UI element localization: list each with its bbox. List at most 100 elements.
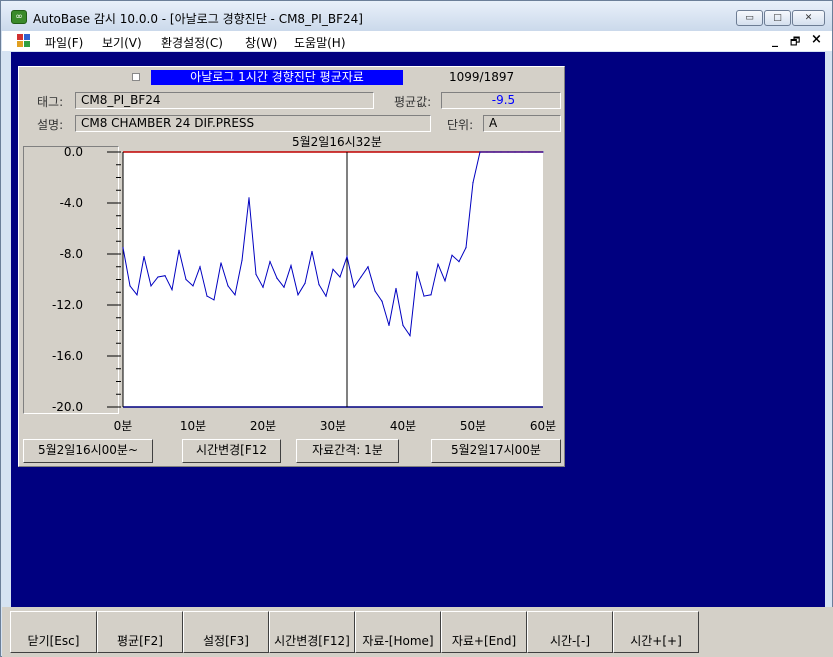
start-time-display[interactable]: 5월2일16시00분~ [23,439,153,463]
close-esc-button[interactable]: 닫기[Esc] [10,611,97,653]
data-point [325,295,327,297]
data-point [451,254,453,256]
x-tick-label: 30분 [320,419,346,433]
data-point [248,197,250,199]
data-point [171,289,173,291]
data-point [332,268,334,270]
title-bar[interactable]: ∞ AutoBase 감시 10.0.0 - [아날로그 경향진단 - CM8_… [1,1,832,31]
data-point [430,294,432,296]
mdi-minimize-icon[interactable]: _ [772,33,778,47]
data-point [220,262,222,264]
data-point [290,264,292,267]
function-key-bar: 닫기[Esc] 평균[F2] 설정[F3] 시간변경[F12] 자료-[Home… [2,607,833,657]
data-next-end-button[interactable]: 자료+[End] [441,611,527,653]
data-point [381,300,383,302]
data-point [500,151,502,153]
data-point [367,266,369,268]
autobase-icon: ∞ [11,10,27,24]
data-point [185,278,187,281]
data-point [493,151,495,153]
x-tick-label: 0분 [114,419,133,433]
data-point [122,247,124,249]
y-tick-label: -8.0 [60,247,83,261]
menu-file[interactable]: 파일(F) [45,34,83,51]
data-prev-home-button[interactable]: 자료-[Home] [355,611,441,653]
data-point [507,151,509,153]
data-point [416,271,418,273]
interval-display[interactable]: 자료간격: 1분 [296,439,399,463]
x-tick-label: 40분 [390,419,416,433]
time-plus-button[interactable]: 시간+[+] [613,611,699,653]
data-point [255,273,257,275]
change-time-f12-button[interactable]: 시간변경[F12] [269,611,355,653]
mdi-window-icon[interactable] [17,34,31,48]
data-point [297,294,299,296]
minimize-icon[interactable]: ▭ [736,10,763,26]
data-point [346,255,348,258]
menu-window[interactable]: 창(W) [245,34,277,51]
data-point [213,299,215,301]
data-point [206,295,208,297]
data-point [535,151,537,153]
data-point [143,255,145,258]
y-tick-label: -12.0 [52,298,83,312]
data-point [374,290,376,292]
end-time-display[interactable]: 5월2일17시00분 [431,439,561,463]
x-tick-label: 10분 [180,419,206,433]
data-point [528,151,530,153]
data-point [521,151,523,153]
data-point [458,261,460,263]
data-point [227,285,229,287]
data-point [269,261,271,263]
menu-bar: 파일(F) 보기(V) 환경설정(C) 창(W) 도움말(H) _ 🗗 × [2,31,832,51]
data-point [199,266,201,268]
data-point [395,287,397,290]
y-tick-label: -4.0 [60,196,83,210]
data-point [388,324,390,326]
data-point [178,249,180,251]
menu-help[interactable]: 도움말(H) [294,34,346,51]
data-point [437,263,439,265]
close-icon[interactable]: ✕ [792,10,825,26]
data-point [262,286,264,288]
x-tick-label: 50분 [460,419,486,433]
data-point [283,286,285,288]
data-point [360,276,362,278]
data-point [234,294,236,296]
time-minus-button[interactable]: 시간-[-] [527,611,613,653]
data-point [150,285,152,287]
data-point [311,250,313,253]
data-point [423,295,425,297]
data-point [136,294,138,296]
mdi-close-icon[interactable]: × [811,32,822,47]
data-point [318,284,320,286]
maximize-icon[interactable]: □ [764,10,791,26]
trend-chart[interactable]: 0.0 -4.0 -8.0 -12.0 -16.0 -20.0 0분 10분 20분 30분 40분… [19,67,566,468]
y-tick-label: -20.0 [52,400,83,414]
menu-view[interactable]: 보기(V) [102,34,142,51]
data-point [129,285,131,287]
settings-f3-button[interactable]: 설정[F3] [183,611,269,653]
average-f2-button[interactable]: 평균[F2] [97,611,183,653]
y-tick-label: 0.0 [64,145,83,159]
y-tick-label: -16.0 [52,349,83,363]
application-window: ∞ AutoBase 감시 10.0.0 - [아날로그 경향진단 - CM8_… [0,0,833,657]
data-point [444,280,446,282]
data-point [514,151,516,153]
data-point [157,276,159,278]
x-tick-label: 20분 [250,419,276,433]
data-point [339,276,341,278]
data-point [353,286,355,288]
data-point [276,277,278,279]
data-point [472,182,474,184]
data-point [479,151,481,153]
data-point [402,324,404,326]
trend-panel: 아날로그 1시간 경향진단 평균자료 1099/1897 태그: CM8_PI_… [18,66,565,467]
data-point [192,285,194,287]
data-point [409,335,411,337]
mdi-restore-icon[interactable]: 🗗 [790,33,800,52]
menu-settings[interactable]: 환경설정(C) [161,34,223,51]
change-time-button[interactable]: 시간변경[F12 [182,439,281,463]
data-point [486,151,488,153]
data-point [542,151,544,153]
